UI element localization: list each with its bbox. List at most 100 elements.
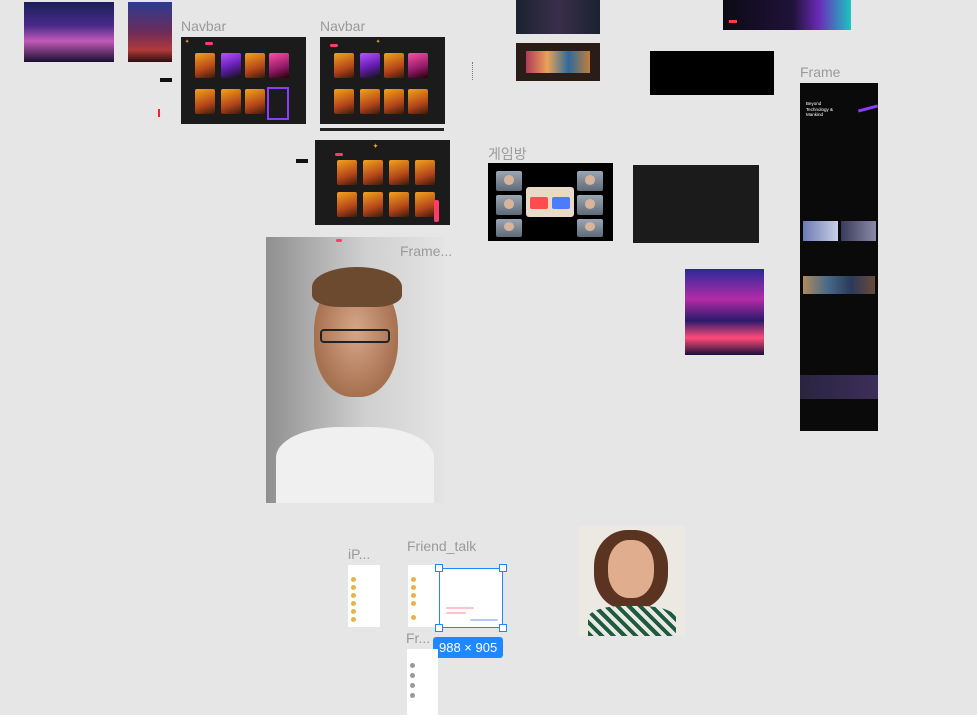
nav-pill: [330, 44, 338, 47]
selection-outline[interactable]: [439, 568, 503, 628]
frame-label-frame-ellipsis[interactable]: Frame...: [400, 243, 452, 259]
side-action-bar[interactable]: [434, 200, 439, 222]
portrait-shirt: [276, 427, 434, 503]
poster: [360, 53, 380, 78]
footer-band: [800, 375, 878, 399]
participant-video: [577, 171, 603, 191]
brand-logo: ✦: [373, 144, 379, 150]
selection-handle-top-left[interactable]: [435, 564, 443, 572]
poster: [384, 53, 404, 78]
game-modal[interactable]: [526, 187, 574, 217]
selected-poster-outline[interactable]: [267, 87, 289, 120]
navbar-frame-2[interactable]: ✦: [320, 37, 445, 124]
poster: [415, 160, 435, 185]
poster: [337, 192, 357, 217]
neon-banner-thumb[interactable]: [723, 0, 851, 30]
participant-video: [577, 195, 603, 215]
banner-button: [729, 20, 737, 23]
arcade-neon-photo[interactable]: [685, 269, 764, 355]
nav-pill: [205, 42, 213, 45]
card-image: [803, 221, 838, 241]
poster: [245, 53, 265, 78]
poster: [337, 160, 357, 185]
poster: [389, 160, 409, 185]
frame-label-game-room[interactable]: 게임방: [488, 144, 527, 164]
small-black-chip: [296, 159, 308, 163]
landscape-image: [526, 51, 590, 73]
participant-video: [577, 219, 603, 237]
avatar: [411, 593, 416, 598]
woman-portrait-photo[interactable]: [578, 526, 685, 636]
landing-page-frame[interactable]: Beyond Technology & Mankind: [800, 83, 878, 431]
frame-label-friend-talk[interactable]: Friend_talk: [407, 538, 476, 554]
participant-video: [496, 195, 522, 215]
avatar: [411, 585, 416, 590]
card-image: [841, 221, 876, 241]
selection-handle-bottom-right[interactable]: [499, 624, 507, 632]
frame-label-navbar-1[interactable]: Navbar: [181, 18, 226, 34]
frame-label-navbar-2[interactable]: Navbar: [320, 18, 365, 34]
avatar: [411, 577, 416, 582]
portrait-head: [608, 540, 654, 598]
poster: [360, 89, 380, 114]
landscape-thumb[interactable]: [516, 43, 600, 81]
selection-size-badge: 988 × 905: [433, 637, 504, 658]
avatar: [411, 615, 416, 620]
frame-label-friend-small[interactable]: Fr...: [406, 630, 430, 646]
mini-navbar: ✦: [320, 37, 445, 47]
poster: [363, 192, 383, 217]
nav-pill: [335, 153, 343, 156]
avatar: [351, 617, 356, 622]
avatar: [410, 683, 415, 688]
man-portrait-photo[interactable]: [266, 237, 444, 503]
carousel-thumb[interactable]: [516, 0, 600, 34]
frame-label-frame[interactable]: Frame: [800, 64, 840, 80]
poster: [334, 53, 354, 78]
selection-handle-bottom-left[interactable]: [435, 624, 443, 632]
red-marker: [158, 109, 160, 117]
dark-frame-2[interactable]: [633, 165, 759, 243]
poster: [408, 89, 428, 114]
selection-handle-top-right[interactable]: [499, 564, 507, 572]
movie-grid-frame[interactable]: ✦: [315, 140, 450, 225]
avatar: [351, 601, 356, 606]
avatar: [410, 693, 415, 698]
avatar: [351, 577, 356, 582]
portrait-glasses: [320, 329, 390, 343]
modal-blue-button[interactable]: [552, 197, 570, 209]
poster: [384, 89, 404, 114]
avatar: [410, 673, 415, 678]
mini-navbar: ✦: [181, 37, 306, 47]
poster: [245, 89, 265, 114]
poster: [221, 53, 241, 78]
hero-title: Beyond Technology & Mankind: [806, 101, 833, 118]
brand-logo: ✦: [185, 39, 190, 45]
friend-talk-list-frame[interactable]: [408, 565, 439, 627]
alley-photo[interactable]: [128, 2, 172, 62]
hero-accent-stroke: [857, 104, 878, 113]
iphone-list-frame[interactable]: [348, 565, 380, 627]
tick-marks: [472, 62, 477, 80]
participant-video: [496, 171, 522, 191]
frame-label-iphone[interactable]: iP...: [348, 546, 370, 562]
hero-line: Mankind: [806, 112, 824, 117]
poster: [363, 160, 383, 185]
friend-small-frame[interactable]: [407, 649, 438, 715]
thin-bar: [320, 128, 444, 131]
city-night-photo[interactable]: [24, 2, 114, 62]
gallery-image: [803, 276, 875, 294]
poster: [195, 53, 215, 78]
small-black-chip: [160, 78, 172, 82]
poster: [221, 89, 241, 114]
frame-tab-pill: [336, 239, 342, 242]
poster: [195, 89, 215, 114]
avatar: [411, 601, 416, 606]
poster: [269, 53, 289, 78]
poster: [415, 192, 435, 217]
poster: [334, 89, 354, 114]
black-frame-1[interactable]: [650, 51, 774, 95]
modal-red-button[interactable]: [530, 197, 548, 209]
navbar-frame-1[interactable]: ✦: [181, 37, 306, 124]
poster: [389, 192, 409, 217]
game-room-frame[interactable]: [488, 163, 613, 241]
